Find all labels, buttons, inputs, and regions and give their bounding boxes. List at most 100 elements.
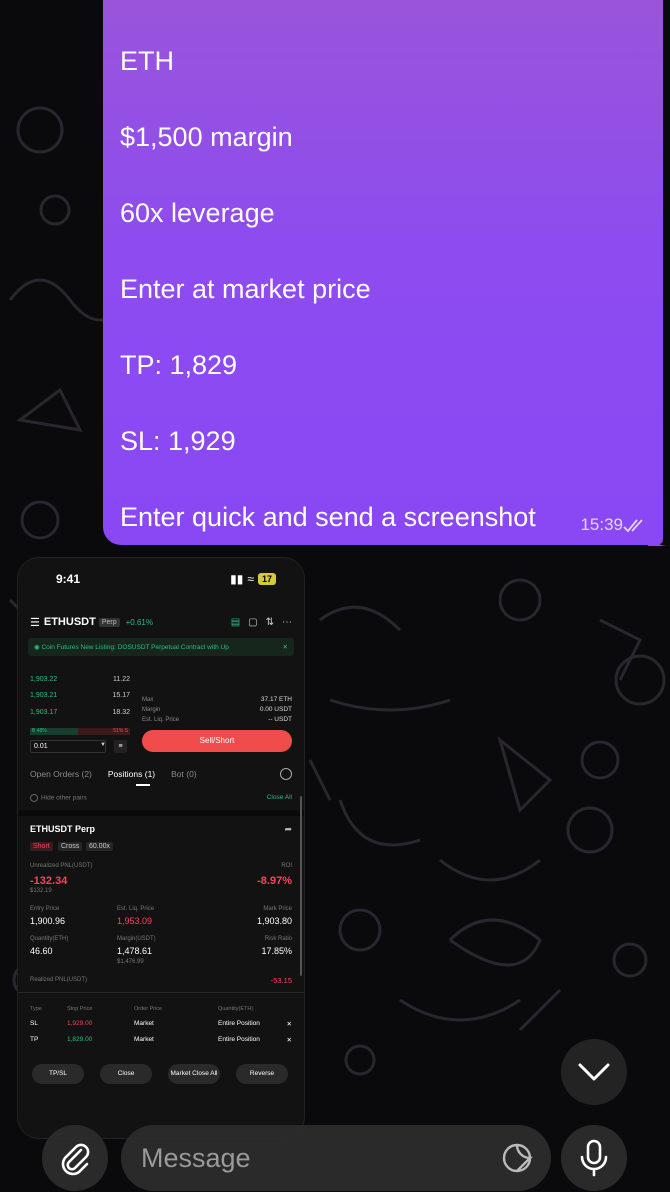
sell-short-button[interactable]: Sell/Short	[142, 730, 292, 752]
tab-bot[interactable]: Bot (0)	[171, 769, 197, 779]
history-icon[interactable]	[280, 768, 292, 780]
menu-icon[interactable]: ☰	[30, 616, 40, 629]
pair-header: ☰ ETHUSDT Perp +0.61% ▤ ▢ ⇅ ⋯	[30, 614, 292, 630]
tpsl-col-type: Type	[30, 1006, 42, 1012]
battery-icon: 17	[257, 573, 276, 585]
realized-value: -53.15	[270, 976, 292, 985]
orderbook-price: 1,903.21	[30, 692, 58, 699]
message-bubble[interactable]: ETH $1,500 margin 60x leverage Enter at …	[103, 0, 663, 545]
speaker-icon: ◉	[34, 644, 42, 651]
chart-icon[interactable]: ▤	[231, 617, 240, 628]
tpsl-qty: Entire Position	[218, 1036, 260, 1043]
hide-pairs-label[interactable]: Hide other pairs	[41, 795, 87, 802]
tpsl-col-stop: Stop Price	[67, 1006, 93, 1012]
read-checkmark-icon	[623, 519, 643, 533]
listing-notice[interactable]: ◉ Coin Futures New Listing: DOSUSDT Perp…	[28, 638, 294, 656]
wifi-icon: ≈	[247, 572, 254, 586]
realized-label: Realized PNL(USDT)	[30, 977, 88, 983]
pnl-label: Unrealized PNL(USDT)	[30, 863, 93, 869]
perp-tag: Perp	[98, 617, 120, 627]
message-time: 15:39	[580, 515, 623, 534]
depth-toggle-icon[interactable]: ≡	[114, 740, 127, 753]
roi-value: -8.97%	[257, 875, 292, 887]
settings-icon[interactable]: ⇅	[266, 617, 274, 628]
chevron-down-icon[interactable]: ▼	[100, 742, 106, 748]
gift-icon[interactable]: ▢	[248, 617, 257, 628]
notice-text: Coin Futures New Listing: DOSUSDT Perpet…	[41, 643, 229, 651]
orders-tabs: Open Orders (2) Positions (1) Bot (0)	[30, 769, 292, 779]
risk-label: Risk Ratio	[264, 936, 292, 942]
risk-value: 17.85%	[261, 946, 292, 956]
market-close-all-button[interactable]: Market Close All	[168, 1064, 220, 1084]
liq-value: -- USDT	[268, 716, 292, 723]
orderbook-qty: 11.22	[113, 676, 130, 683]
message-placeholder: Message	[141, 1143, 251, 1173]
message-line: TP: 1,829	[120, 350, 238, 380]
buy-ratio: B 48%	[30, 728, 79, 735]
tab-positions[interactable]: Positions (1)	[108, 769, 155, 779]
position-title: ETHUSDT Perp	[30, 824, 96, 834]
orderbook-qty: 18.32	[112, 709, 130, 716]
margin-label: Margin	[142, 707, 161, 713]
tpsl-col-qty: Quantity(ETH)	[218, 1006, 254, 1012]
mark-label: Mark Price	[263, 906, 292, 912]
position-margin-label: Margin(USDT)	[117, 936, 156, 942]
close-all-link[interactable]: Close All	[267, 794, 292, 801]
quantity-value: 46.60	[30, 946, 53, 956]
more-icon[interactable]: ⋯	[282, 617, 292, 628]
sell-ratio: 51% S	[78, 728, 130, 735]
tpsl-order: Market	[134, 1020, 154, 1027]
pnl-value: -132.34	[30, 875, 68, 887]
side-tag: Short	[30, 842, 53, 851]
close-icon[interactable]: ✕	[283, 643, 288, 651]
max-label: Max	[142, 697, 154, 703]
orderbook-qty: 15.17	[112, 692, 130, 699]
quantity-label: Quantity(ETH)	[30, 936, 69, 942]
roi-label: ROI	[281, 863, 292, 869]
tab-open-orders[interactable]: Open Orders (2)	[30, 769, 92, 779]
close-icon[interactable]: ✕	[287, 1036, 292, 1044]
tpsl-col-order: Order Price	[134, 1006, 163, 1012]
sticker-icon[interactable]	[501, 1142, 533, 1174]
status-time: 9:41	[56, 572, 81, 586]
pair-name[interactable]: ETHUSDT	[44, 616, 96, 628]
est-liq-label: Est. Liq. Price	[117, 906, 155, 912]
active-tab-indicator	[136, 784, 150, 786]
quantity-input[interactable]: 0.01	[30, 740, 106, 753]
message-input[interactable]: Message	[121, 1125, 551, 1191]
filter-row: Hide other pairs Close All	[30, 794, 292, 802]
close-button[interactable]: Close	[100, 1064, 152, 1084]
mode-tag: Cross	[58, 842, 83, 851]
buy-sell-ratio: B 48% 51% S	[30, 728, 130, 735]
liq-label: Est. Liq. Price	[142, 717, 180, 723]
share-icon[interactable]: ➦	[284, 824, 292, 835]
orderbook-price: 1,903.17	[30, 709, 58, 716]
reverse-button[interactable]: Reverse	[236, 1064, 288, 1084]
pnl-sub: $132.19	[30, 888, 52, 894]
message-line: $1,500 margin	[120, 122, 293, 152]
signal-icon: ▮▮	[230, 572, 244, 586]
mark-value: 1,903.80	[256, 916, 292, 926]
voice-record-button[interactable]	[561, 1125, 627, 1191]
position-margin-value: 1,478.61	[117, 946, 153, 956]
message-line: Enter quick and send a screenshot	[120, 502, 536, 532]
tpsl-order: Market	[134, 1036, 154, 1043]
leverage-tag[interactable]: 60.00x	[86, 842, 114, 851]
tpsl-qty: Entire Position	[218, 1020, 260, 1027]
message-line: 60x leverage	[120, 198, 275, 228]
scrollbar[interactable]	[300, 796, 302, 976]
divider	[18, 810, 304, 816]
tpsl-type: TP	[30, 1036, 39, 1043]
scroll-down-button[interactable]	[561, 1039, 627, 1105]
checkbox-icon[interactable]	[30, 794, 38, 802]
attach-button[interactable]	[42, 1125, 108, 1191]
price-change: +0.61%	[125, 617, 153, 627]
microphone-icon	[580, 1139, 608, 1177]
paperclip-icon	[61, 1143, 90, 1176]
message-line: ETH	[120, 46, 174, 76]
margin-sub: $1,476.99	[117, 959, 144, 965]
entry-label: Entry Price	[30, 906, 60, 912]
trade-screenshot-image[interactable]: 9:41 ▮▮ ≈ 17 ☰ ETHUSDT Perp +0.61% ▤ ▢ ⇅…	[17, 557, 305, 1139]
close-icon[interactable]: ✕	[287, 1020, 292, 1028]
tpsl-button[interactable]: TP/SL	[32, 1064, 84, 1084]
